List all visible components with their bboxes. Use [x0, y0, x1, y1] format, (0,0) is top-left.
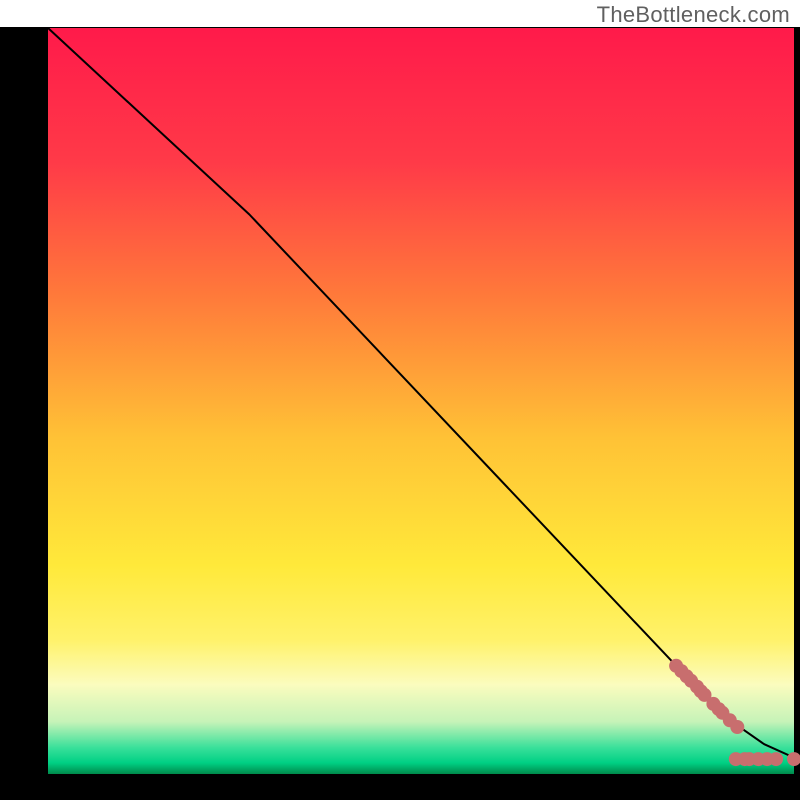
plot-background	[48, 28, 794, 774]
chart-svg	[0, 0, 800, 800]
data-point	[730, 720, 744, 734]
data-point	[769, 752, 783, 766]
chart-frame: TheBottleneck.com	[0, 0, 800, 800]
